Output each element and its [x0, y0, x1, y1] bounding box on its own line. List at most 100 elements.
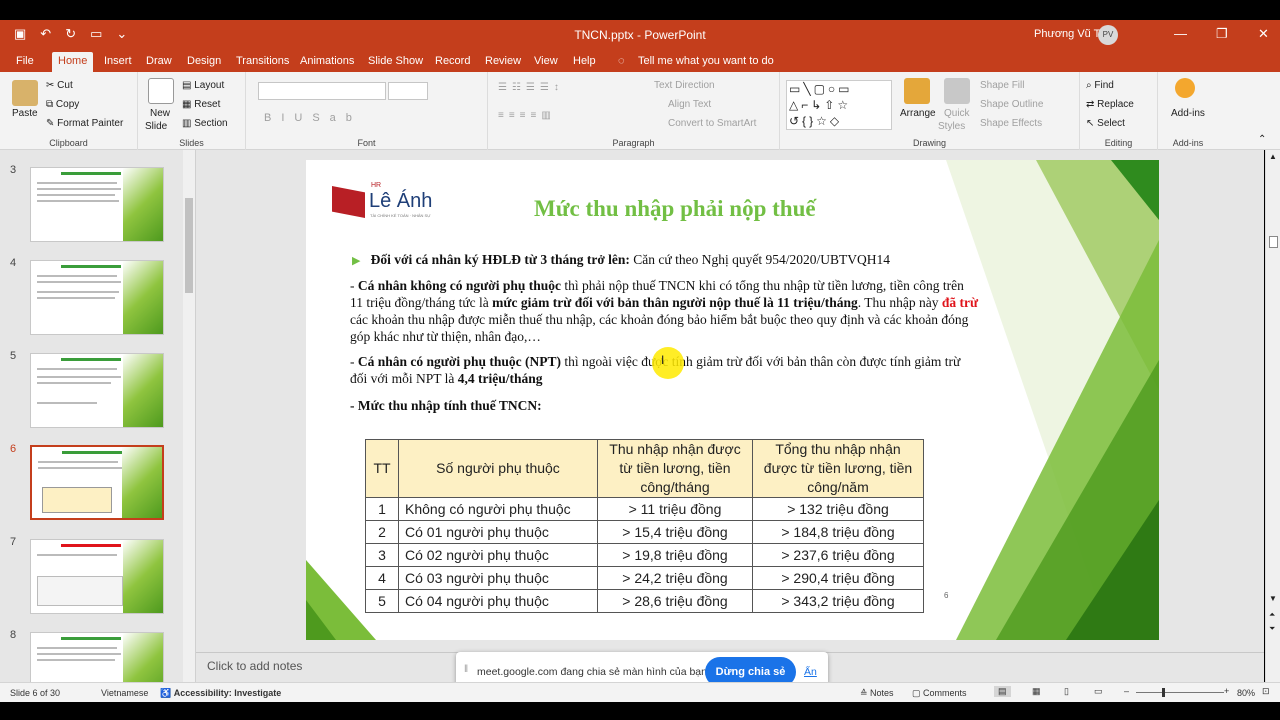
new-slide-button-line2[interactable]: Slide — [145, 121, 167, 132]
tab-home[interactable]: Home — [52, 52, 94, 72]
tab-help[interactable]: Help — [573, 55, 596, 67]
format-painter-label: Format Painter — [57, 118, 124, 129]
tab-view[interactable]: View — [534, 55, 558, 67]
zoom-in-icon[interactable]: + — [1224, 686, 1229, 696]
slide-thumbnail[interactable] — [30, 260, 164, 335]
group-slides: New Slide ▤ Layout ▦ Reset ▥ Section Sli… — [138, 72, 246, 150]
zoom-out-icon[interactable]: – — [1124, 686, 1129, 696]
format-painter-button[interactable]: ✎ Format Painter — [46, 118, 123, 129]
tab-design[interactable]: Design — [187, 55, 221, 67]
tab-file[interactable]: File — [16, 55, 34, 67]
table-cell: > 237,6 triệu đồng — [752, 543, 924, 567]
thumbnails-scrollbar[interactable] — [183, 150, 195, 682]
font-name-box[interactable] — [258, 82, 386, 100]
section-button[interactable]: ▥ Section — [182, 118, 228, 129]
slide-thumbnail-selected[interactable] — [30, 445, 164, 520]
shape-outline-button[interactable]: Shape Outline — [980, 99, 1043, 110]
addins-icon[interactable] — [1175, 78, 1195, 98]
replace-button[interactable]: ⇄ Replace — [1086, 99, 1134, 110]
scroll-down-icon[interactable]: ▼ — [1269, 594, 1277, 603]
share-message: meet.google.com đang chia sẻ màn hình củ… — [477, 666, 710, 678]
collapse-ribbon-icon[interactable]: ⌃ — [1258, 134, 1266, 145]
hide-link[interactable]: Ẩn — [804, 666, 817, 678]
align-text-button[interactable]: Align Text — [668, 99, 711, 110]
notes-icon: ≙ — [860, 688, 871, 698]
list-icons[interactable]: ☰☷☰☰↕ — [498, 82, 564, 93]
font-size-box[interactable] — [388, 82, 428, 100]
quick-styles-button-line2[interactable]: Styles — [938, 121, 965, 132]
paste-button[interactable]: Paste — [12, 108, 38, 119]
zoom-slider-thumb[interactable] — [1162, 688, 1165, 697]
close-icon[interactable]: ✕ — [1258, 26, 1269, 42]
shapes-gallery[interactable]: ▭╲▢○▭ △⌐↳⇧☆ ↺{}☆◇ — [786, 80, 892, 130]
restore-icon[interactable]: ❐ — [1216, 26, 1228, 42]
notes-placeholder[interactable]: Click to add notes — [207, 659, 302, 673]
new-slide-icon[interactable] — [148, 78, 174, 104]
shape-effects-button[interactable]: Shape Effects — [980, 118, 1042, 129]
cut-button[interactable]: ✂ Cut — [46, 80, 73, 91]
select-button[interactable]: ↖ Select — [1086, 118, 1125, 129]
accessibility-button[interactable]: ♿ Accessibility: Investigate — [160, 688, 281, 699]
drag-handle-icon[interactable]: ‖ — [464, 664, 468, 675]
scissors-icon: ✂ — [46, 80, 58, 91]
p1-text3: các khoản thu nhập được miễn thuế thu nh… — [350, 312, 969, 344]
fit-to-window-icon[interactable]: ⊡ — [1262, 686, 1270, 697]
font-format-icons[interactable]: BIUSab — [264, 112, 362, 124]
table-cell: Có 01 người phụ thuộc — [398, 520, 598, 544]
align-icons[interactable]: ≡≡≡≡▥ — [498, 110, 556, 121]
quick-styles-button[interactable]: Quick — [944, 108, 970, 119]
bullet-bold: Đối với cá nhân ký HĐLĐ từ 3 tháng trở l… — [370, 252, 630, 267]
tab-draw[interactable]: Draw — [146, 55, 172, 67]
slideshow-view-icon[interactable]: ▭ — [1094, 686, 1103, 697]
slide-sorter-icon[interactable]: ▦ — [1032, 686, 1041, 697]
slide-canvas[interactable]: HR Lê Ánh TÀI CHÍNH KẾ TOÁN · NHÂN SỰ Mứ… — [306, 160, 1159, 640]
shape-fill-button[interactable]: Shape Fill — [980, 80, 1024, 91]
normal-view-icon[interactable]: ▤ — [994, 686, 1011, 697]
find-button[interactable]: ⌕ Find — [1086, 80, 1114, 91]
text-direction-button[interactable]: Text Direction — [654, 80, 715, 91]
paragraph-1[interactable]: - Cá nhân không có người phụ thuộc thì p… — [350, 277, 980, 345]
cursor-highlight — [652, 347, 684, 379]
accessibility-icon: ♿ — [160, 688, 174, 698]
layout-button[interactable]: ▤ Layout — [182, 80, 224, 91]
scroll-up-icon[interactable]: ▲ — [1269, 152, 1277, 161]
avatar[interactable]: PV — [1098, 25, 1118, 45]
language-indicator[interactable]: Vietnamese — [101, 688, 148, 698]
tab-animations[interactable]: Animations — [300, 55, 354, 67]
paragraph-3[interactable]: - Mức thu nhập tính thuế TNCN: — [350, 397, 980, 414]
smartart-button[interactable]: Convert to SmartArt — [668, 118, 756, 129]
slide-thumbnail[interactable] — [30, 539, 164, 614]
scrollbar-thumb[interactable] — [185, 198, 193, 293]
next-slide-icon[interactable]: ⏷ — [1269, 624, 1275, 634]
arrange-button[interactable]: Arrange — [900, 108, 936, 119]
new-slide-button[interactable]: New — [150, 108, 170, 119]
tab-review[interactable]: Review — [485, 55, 521, 67]
copy-button[interactable]: ⧉ Copy — [46, 99, 79, 110]
tab-transitions[interactable]: Transitions — [236, 55, 289, 67]
bullet-line[interactable]: ▶ Đối với cá nhân ký HĐLĐ từ 3 tháng trở… — [352, 251, 932, 270]
previous-slide-icon[interactable]: ⏶ — [1269, 610, 1275, 620]
tax-table[interactable]: TT Số người phụ thuộc Thu nhập nhận được… — [365, 439, 924, 613]
tab-insert[interactable]: Insert — [104, 55, 132, 67]
tab-record[interactable]: Record — [435, 55, 470, 67]
slide-title[interactable]: Mức thu nhập phải nộp thuế — [534, 196, 816, 222]
slide-scrollbar[interactable]: ▲ ▼ ⏶ ⏷ — [1265, 150, 1280, 682]
reading-view-icon[interactable]: ▯ — [1064, 686, 1069, 697]
comment-icon: ▢ — [912, 688, 924, 698]
comments-button[interactable]: ▢ Comments — [912, 688, 967, 699]
tab-slide-show[interactable]: Slide Show — [368, 55, 423, 67]
scrollbar-thumb[interactable] — [1269, 236, 1278, 248]
tell-me-search[interactable]: Tell me what you want to do — [638, 55, 774, 67]
paste-icon[interactable] — [12, 80, 38, 106]
reset-button[interactable]: ▦ Reset — [182, 99, 220, 110]
addins-button[interactable]: Add-ins — [1171, 108, 1205, 119]
quick-styles-icon[interactable] — [944, 78, 970, 104]
minimize-icon[interactable]: — — [1174, 26, 1187, 41]
table-cell: > 184,8 triệu đồng — [752, 520, 924, 544]
slide-thumbnail[interactable] — [30, 167, 164, 242]
notes-button[interactable]: ≙ Notes — [860, 688, 894, 699]
zoom-level[interactable]: 80% — [1237, 688, 1255, 698]
zoom-slider[interactable] — [1136, 692, 1224, 693]
slide-thumbnail[interactable] — [30, 353, 164, 428]
arrange-icon[interactable] — [904, 78, 930, 104]
